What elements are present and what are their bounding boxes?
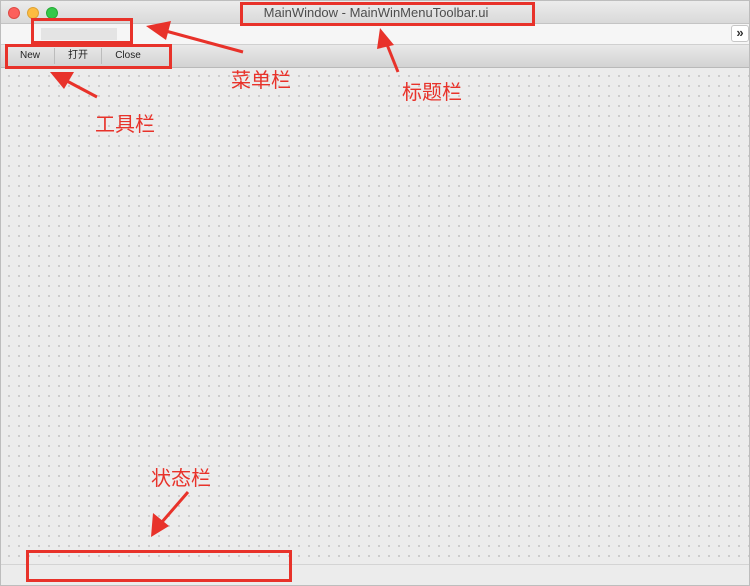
statusbar-highlight-box [26,550,292,582]
titlebar-annotation-label: 标题栏 [402,80,462,104]
titlebar-highlight-box [240,2,535,26]
menubar-annotation-label: 菜单栏 [231,68,291,92]
central-widget [1,68,749,564]
main-window: MainWindow - MainWinMenuToolbar.ui » New… [0,0,750,586]
menubar-highlight-box [31,18,133,44]
statusbar-annotation-label: 状态栏 [151,466,211,490]
toolbar-highlight-box [5,44,172,69]
chevron-double-right-icon[interactable]: » [731,25,749,42]
toolbar-annotation-label: 工具栏 [95,112,155,136]
